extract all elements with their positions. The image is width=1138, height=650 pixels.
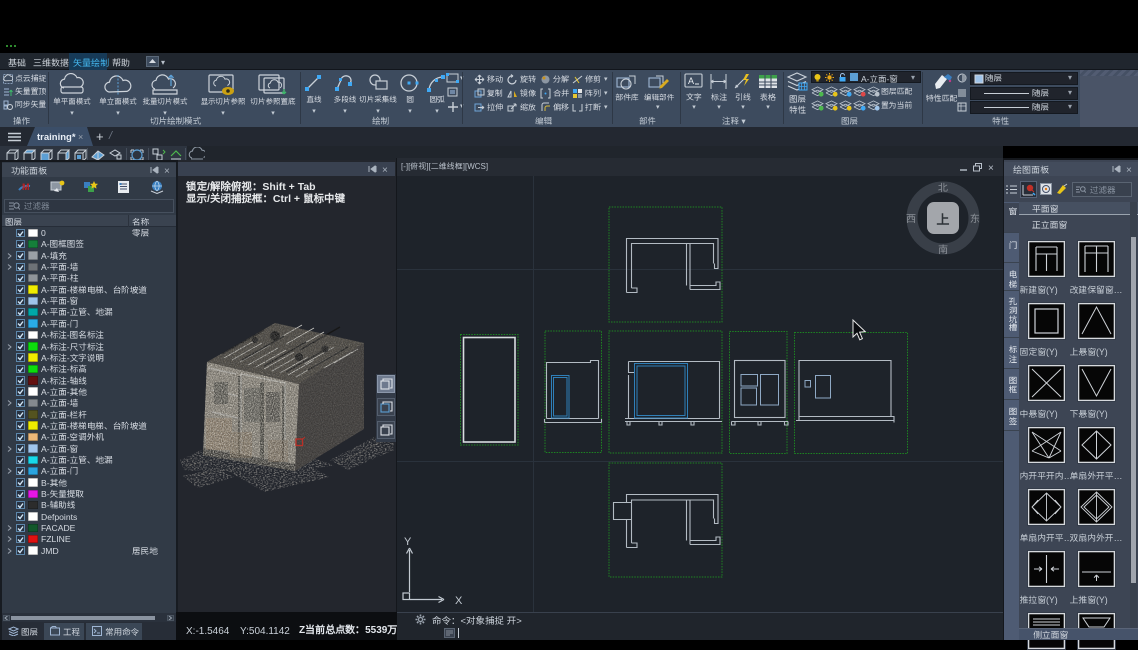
svg-text:M: M — [22, 182, 30, 192]
svg-text:X: X — [455, 592, 463, 608]
svg-text:南: 南 — [938, 241, 948, 256]
svg-text:北: 北 — [938, 179, 948, 194]
svg-text:西: 西 — [906, 210, 916, 225]
svg-text:A: A — [688, 76, 694, 86]
svg-text:上: 上 — [936, 209, 949, 228]
svg-text:Y: Y — [404, 533, 412, 549]
svg-text:东: 东 — [970, 210, 980, 225]
